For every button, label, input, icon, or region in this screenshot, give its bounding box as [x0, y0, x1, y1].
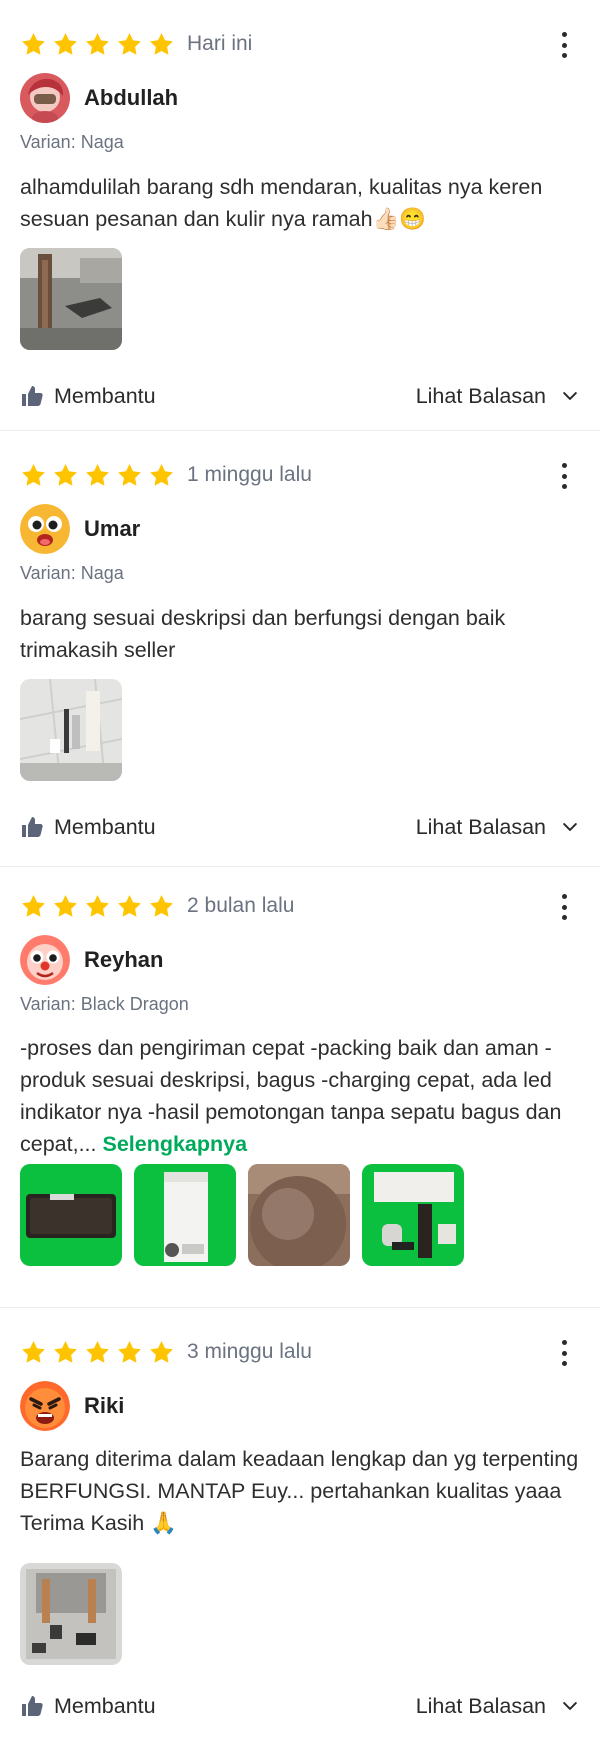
view-replies-button[interactable]: Lihat Balasan [416, 815, 580, 840]
review-photo[interactable] [20, 1164, 122, 1266]
review-actions: Membantu Lihat Balasan [20, 381, 580, 411]
chevron-down-icon [560, 817, 580, 837]
star-icon [116, 462, 143, 489]
star-icon [84, 462, 111, 489]
review-photos [20, 679, 122, 781]
star-icon [84, 31, 111, 58]
review-photos [20, 1563, 122, 1665]
review-photo[interactable] [20, 1563, 122, 1665]
star-icon [20, 893, 47, 920]
variant-label: Varian: Black Dragon [20, 994, 189, 1014]
star-rating [20, 462, 175, 489]
surprised-emoji-avatar [20, 504, 70, 554]
view-replies-label: Lihat Balasan [415, 383, 546, 408]
star-icon [52, 893, 79, 920]
review-photo[interactable] [134, 1164, 236, 1266]
reviewer-name: Umar [84, 516, 141, 541]
review-header: 3 minggu lalu [20, 1335, 580, 1369]
helpful-label: Membantu [54, 1693, 156, 1718]
reviewer: Reyhan [20, 935, 163, 985]
star-icon [148, 31, 175, 58]
review-text: barang sesuai deskripsi dan berfungsi de… [20, 606, 506, 662]
star-icon [148, 462, 175, 489]
star-icon [20, 31, 47, 58]
review-time: Hari ini [187, 32, 253, 55]
review-header: 1 minggu lalu [20, 458, 580, 492]
reviewer-name: Reyhan [84, 947, 164, 972]
view-replies-button[interactable]: Lihat Balasan [416, 384, 580, 409]
more-options-icon[interactable] [554, 461, 574, 491]
reviewer: Riki [20, 1381, 124, 1431]
review-photos [20, 1164, 464, 1266]
star-icon [52, 1339, 79, 1366]
star-rating [20, 893, 175, 920]
star-rating [20, 31, 175, 58]
star-icon [52, 462, 79, 489]
star-icon [84, 893, 111, 920]
star-icon [84, 1339, 111, 1366]
reviewer-name: Riki [84, 1393, 125, 1418]
review-photos [20, 248, 122, 350]
review-photo[interactable] [20, 679, 122, 781]
reviewer-name: Abdullah [84, 85, 179, 110]
star-icon [52, 31, 79, 58]
more-options-icon[interactable] [554, 892, 574, 922]
review-photo[interactable] [362, 1164, 464, 1266]
helpful-label: Membantu [54, 383, 156, 408]
view-replies-label: Lihat Balasan [415, 1693, 546, 1718]
chevron-down-icon [560, 1696, 580, 1716]
read-more-link[interactable]: Selengkapnya [102, 1132, 247, 1156]
more-options-icon[interactable] [554, 30, 574, 60]
star-rating [20, 1339, 175, 1366]
star-icon [116, 31, 143, 58]
review-time: 3 minggu lalu [187, 1340, 312, 1363]
star-icon [20, 462, 47, 489]
angry-emoji-avatar [20, 1381, 70, 1431]
star-icon [116, 1339, 143, 1366]
review-text: -proses dan pengiriman cepat -packing ba… [20, 1032, 580, 1160]
star-icon [148, 1339, 175, 1366]
variant-label: Varian: Naga [20, 563, 124, 583]
review-actions: Membantu Lihat Balasan [20, 1691, 580, 1721]
star-icon [116, 893, 143, 920]
review-text: alhamdulilah barang sdh mendaran, kualit… [20, 175, 543, 231]
clown-emoji-avatar [20, 935, 70, 985]
more-options-icon[interactable] [554, 1338, 574, 1368]
review-card: Hari ini Abdullah Varian: Naga alhamduli… [0, 0, 600, 430]
review-card: 2 bulan lalu Reyhan Varian: Black Dragon… [0, 866, 600, 1307]
chevron-down-icon [560, 386, 580, 406]
thumbs-up-icon [20, 1694, 44, 1718]
review-photo[interactable] [20, 248, 122, 350]
photo-avatar [20, 73, 70, 123]
review-card: 3 minggu lalu Riki Barang diterima dalam… [0, 1307, 600, 1755]
review-text: Barang diterima dalam keadaan lengkap da… [20, 1447, 579, 1535]
review-actions: Membantu Lihat Balasan [20, 812, 580, 842]
review-header: 2 bulan lalu [20, 889, 580, 923]
view-replies-label: Lihat Balasan [415, 814, 546, 839]
helpful-label: Membantu [54, 814, 156, 839]
review-time: 1 minggu lalu [187, 463, 312, 486]
variant-label: Varian: Naga [20, 132, 124, 152]
view-replies-button[interactable]: Lihat Balasan [416, 1694, 580, 1719]
helpful-button[interactable]: Membantu [20, 384, 156, 409]
helpful-button[interactable]: Membantu [20, 815, 156, 840]
review-card: 1 minggu lalu Umar Varian: Naga barang s… [0, 430, 600, 866]
reviewer: Abdullah [20, 73, 178, 123]
thumbs-up-icon [20, 384, 44, 408]
helpful-button[interactable]: Membantu [20, 1694, 156, 1719]
thumbs-up-icon [20, 815, 44, 839]
star-icon [148, 893, 175, 920]
review-time: 2 bulan lalu [187, 894, 295, 917]
star-icon [20, 1339, 47, 1366]
review-photo[interactable] [248, 1164, 350, 1266]
reviewer: Umar [20, 504, 140, 554]
review-header: Hari ini [20, 27, 580, 61]
